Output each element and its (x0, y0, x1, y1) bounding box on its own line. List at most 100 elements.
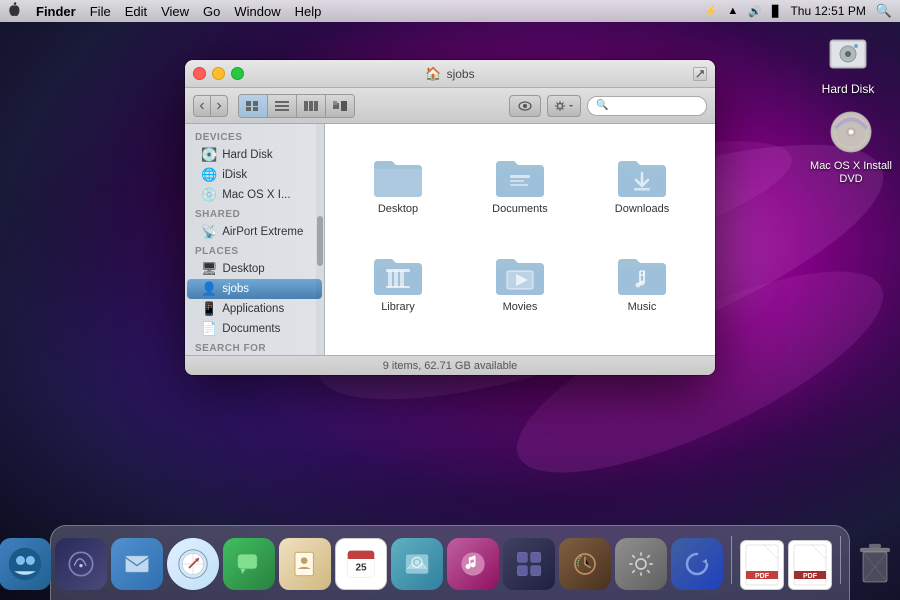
dock-safari[interactable] (167, 538, 219, 590)
spotlight-icon[interactable]: 🔍 (876, 3, 892, 19)
movies-folder-icon (494, 253, 546, 297)
dock-misc[interactable] (671, 538, 723, 590)
menu-window[interactable]: Window (234, 4, 280, 19)
dock-pdf2[interactable]: PDF (788, 540, 832, 590)
list-view-button[interactable] (268, 95, 297, 117)
title-icon: 🏠 (425, 66, 441, 82)
sidebar-section-devices: DEVICES (185, 128, 324, 145)
dock-itunes[interactable] (447, 538, 499, 590)
hard-disk-icon (824, 30, 872, 78)
folder-pictures[interactable]: Pictures (341, 336, 455, 355)
downloads-folder-icon (616, 155, 668, 199)
menu-file[interactable]: File (90, 4, 111, 19)
folder-music[interactable]: Music (585, 238, 699, 328)
sidebar-item-desktop[interactable]: 🖥 Desktop (185, 259, 324, 279)
sidebar-item-idisk[interactable]: 🌐 iDisk (185, 165, 324, 185)
clock: Thu 12:51 PM (790, 4, 865, 18)
window-title: 🏠 sjobs (425, 66, 474, 82)
nav-buttons (193, 95, 228, 117)
close-button[interactable] (193, 67, 206, 80)
sidebar-item-mac-os[interactable]: 💿 Mac OS X I... (185, 185, 324, 205)
dock-time-machine[interactable] (559, 538, 611, 590)
dock-address-book[interactable] (279, 538, 331, 590)
dock-mail[interactable] (111, 538, 163, 590)
dock-trash[interactable] (849, 538, 900, 590)
sidebar-item-sjobs[interactable]: 👤 sjobs (187, 279, 322, 299)
hard-disk-label: Hard Disk (822, 82, 875, 96)
dock-pdf[interactable]: PDF (740, 540, 784, 590)
folder-public[interactable]: Public (463, 336, 577, 355)
sidebar-scrollbar-thumb[interactable] (317, 216, 323, 266)
desktop-folder-label: Desktop (378, 203, 418, 215)
sidebar-item-airport[interactable]: 📡 AirPort Extreme (185, 222, 324, 242)
dock-system-prefs[interactable] (615, 538, 667, 590)
back-button[interactable] (193, 95, 210, 117)
search-input[interactable]: 🔍 (587, 96, 707, 116)
library-folder-icon (372, 253, 424, 297)
status-text: 9 items, 62.71 GB available (383, 360, 518, 372)
minimize-button[interactable] (212, 67, 225, 80)
desktop-icon-dvd[interactable]: Mac OS X Install DVD (806, 108, 896, 186)
dvd-label: Mac OS X Install DVD (806, 160, 896, 186)
forward-button[interactable] (210, 95, 228, 117)
applications-label: Applications (222, 303, 284, 315)
column-view-button[interactable] (297, 95, 326, 117)
folder-sites[interactable]: Sites (585, 336, 699, 355)
menu-view[interactable]: View (161, 4, 189, 19)
library-folder-label: Library (381, 301, 415, 313)
cover-flow-button[interactable] (326, 95, 354, 117)
desktop-icon-hard-disk[interactable]: Hard Disk (808, 30, 888, 96)
menu-help[interactable]: Help (295, 4, 322, 19)
idisk-label: iDisk (222, 169, 247, 181)
sjobs-label: sjobs (222, 283, 249, 295)
mac-os-label: Mac OS X I... (222, 189, 290, 201)
airport-icon: 📡 (201, 224, 217, 240)
sidebar-item-applications[interactable]: 📱 Applications (185, 299, 324, 319)
folder-movies[interactable]: Movies (463, 238, 577, 328)
menu-go[interactable]: Go (203, 4, 220, 19)
traffic-lights (193, 67, 244, 80)
sidebar-item-hard-disk[interactable]: 💽 Hard Disk (185, 145, 324, 165)
sidebar: DEVICES 💽 Hard Disk 🌐 iDisk 💿 Mac OS X I… (185, 124, 325, 355)
sidebar-section-places: PLACES (185, 242, 324, 259)
dock-iphoto[interactable] (391, 538, 443, 590)
action-button[interactable] (547, 95, 581, 117)
dock-ical[interactable]: 25 (335, 538, 387, 590)
icon-view-button[interactable] (239, 95, 268, 117)
folder-downloads[interactable]: Downloads (585, 140, 699, 230)
dock: 25 (0, 520, 900, 600)
apple-menu[interactable] (8, 1, 22, 22)
folder-documents[interactable]: Documents (463, 140, 577, 230)
dock-separator-2 (840, 536, 841, 584)
dvd-icon (827, 108, 875, 156)
airport-label: AirPort Extreme (222, 226, 303, 238)
maximize-button[interactable] (231, 67, 244, 80)
desktop-sidebar-label: Desktop (223, 263, 265, 275)
desktop-sidebar-icon: 🖥 (201, 261, 218, 277)
sidebar-item-documents[interactable]: 📄 Documents (185, 319, 324, 339)
quick-look-button[interactable] (509, 95, 541, 117)
hard-disk-sidebar-label: Hard Disk (222, 149, 272, 161)
battery-icon: ▊ (772, 5, 780, 18)
documents-sidebar-label: Documents (222, 323, 280, 335)
dock-separator (731, 536, 732, 584)
menubar-right: ⚡ ▲ 🔊 ▊ Thu 12:51 PM 🔍 (704, 3, 892, 19)
dock-ichat[interactable] (223, 538, 275, 590)
menu-finder[interactable]: Finder (36, 4, 76, 19)
documents-folder-label: Documents (492, 203, 548, 215)
content-area: DEVICES 💽 Hard Disk 🌐 iDisk 💿 Mac OS X I… (185, 124, 715, 355)
view-buttons (238, 94, 355, 118)
documents-folder-icon (494, 155, 546, 199)
sidebar-section-shared: SHARED (185, 205, 324, 222)
statusbar: 9 items, 62.71 GB available (185, 355, 715, 375)
volume-icon: 🔊 (748, 5, 762, 18)
folder-desktop[interactable]: Desktop (341, 140, 455, 230)
folder-library[interactable]: Library (341, 238, 455, 328)
file-grid: Desktop Documents (325, 124, 715, 355)
zoom-button[interactable] (693, 67, 707, 81)
titlebar: 🏠 sjobs (185, 60, 715, 88)
dock-finder[interactable] (0, 538, 51, 590)
dock-spaces[interactable] (503, 538, 555, 590)
menu-edit[interactable]: Edit (125, 4, 147, 19)
dock-dashboard[interactable] (55, 538, 107, 590)
